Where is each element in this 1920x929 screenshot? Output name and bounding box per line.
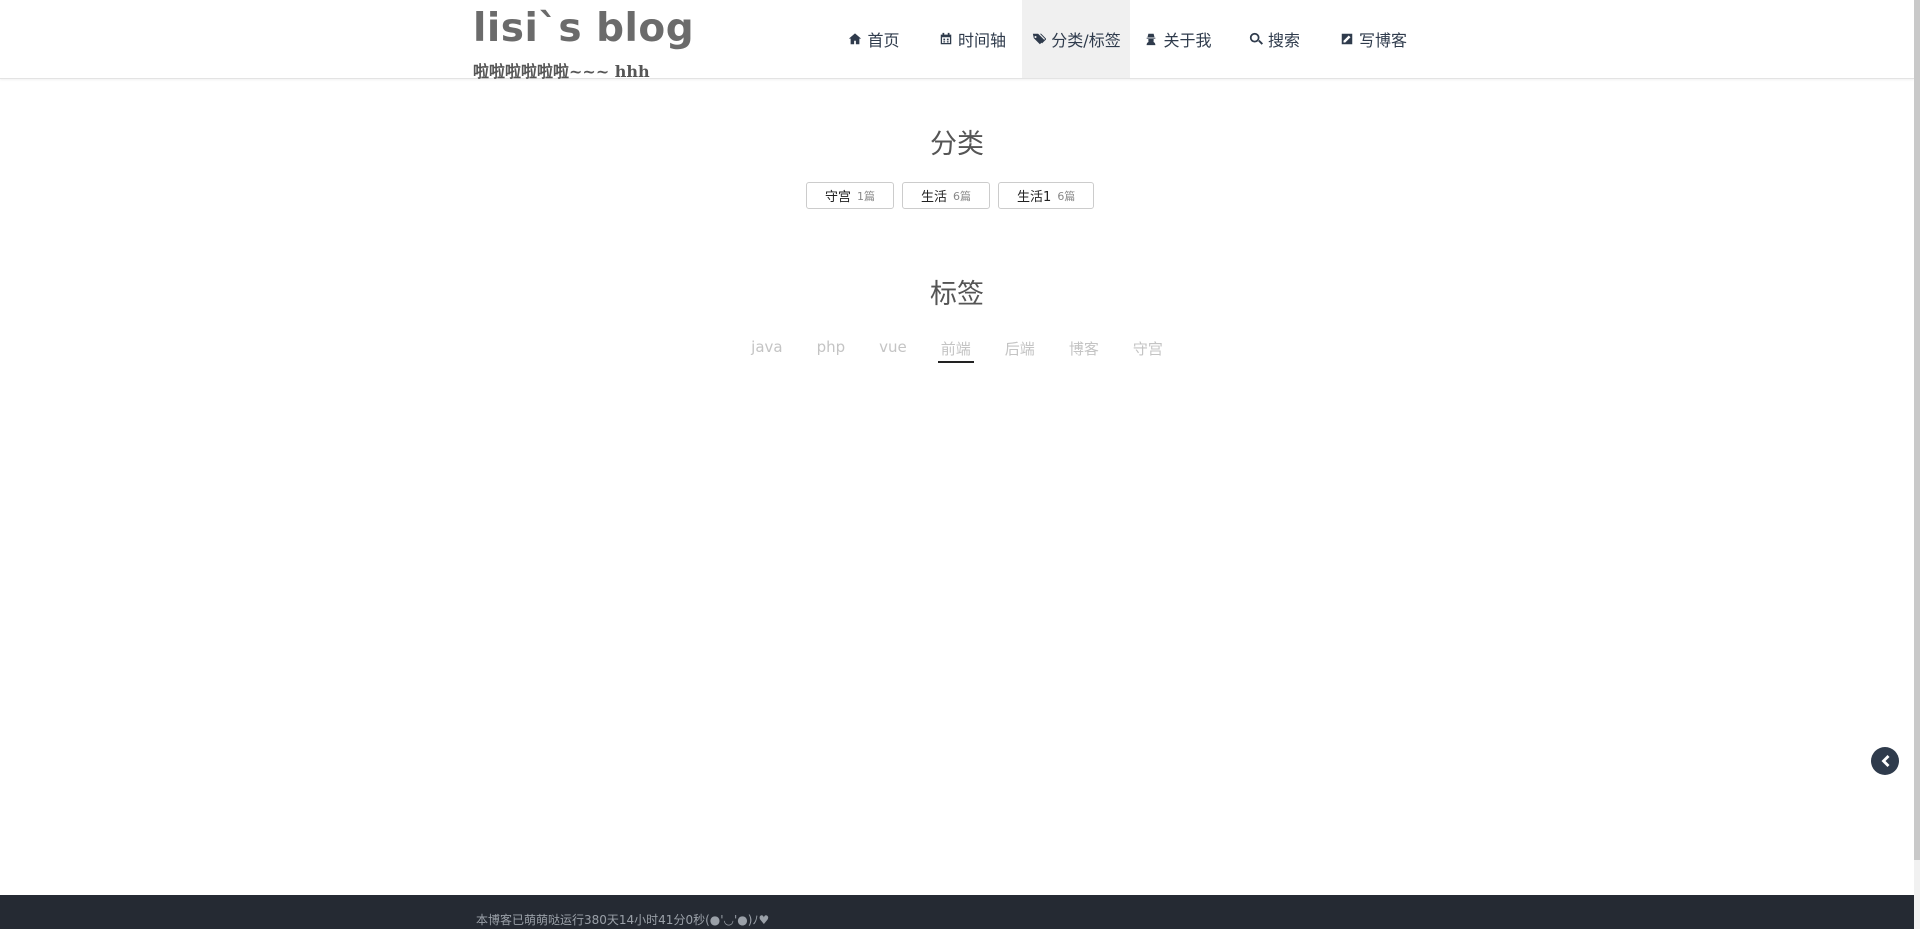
calendar-icon bbox=[938, 31, 954, 47]
tags-icon bbox=[1031, 31, 1047, 47]
site-footer: 本博客已萌萌哒运行380天14小时41分0秒(●'◡'●)ﾉ♥ bbox=[0, 895, 1914, 929]
category-name: 生活 bbox=[921, 190, 948, 205]
category-item[interactable]: 守宫 1篇 bbox=[806, 182, 895, 209]
nav-item-write-blog[interactable]: 写博客 bbox=[1323, 0, 1423, 78]
nav-item-label: 搜索 bbox=[1267, 31, 1300, 50]
tag-item-frontend[interactable]: 前端 bbox=[924, 334, 988, 363]
brand: lisi`s blog 啦啦啦啦啦啦~~~ hhh bbox=[473, 4, 694, 82]
category-item[interactable]: 生活 6篇 bbox=[902, 182, 991, 209]
page-scrollbar[interactable] bbox=[1914, 0, 1920, 929]
tag-item-java[interactable]: java bbox=[734, 334, 799, 363]
search-icon bbox=[1248, 31, 1264, 47]
scrollbar-thumb[interactable] bbox=[1914, 0, 1920, 860]
uptime-text: 本博客已萌萌哒运行380天14小时41分0秒(●'◡'●)ﾉ♥ bbox=[476, 913, 770, 927]
category-name: 生活1 bbox=[1017, 190, 1052, 205]
user-secret-icon bbox=[1143, 31, 1159, 47]
sidebar-toggle-button[interactable] bbox=[1871, 747, 1899, 775]
tag-list: java php vue 前端 后端 博客 守宫 bbox=[0, 334, 1914, 363]
tag-item-blog[interactable]: 博客 bbox=[1052, 334, 1116, 363]
home-icon bbox=[847, 31, 863, 47]
category-item[interactable]: 生活1 6篇 bbox=[998, 182, 1095, 209]
category-count: 6篇 bbox=[953, 189, 972, 203]
edit-icon bbox=[1339, 31, 1355, 47]
nav-item-timeline[interactable]: 时间轴 bbox=[922, 0, 1022, 78]
nav-item-label: 时间轴 bbox=[957, 31, 1006, 50]
tag-item-gecko[interactable]: 守宫 bbox=[1116, 334, 1180, 363]
tag-item-backend[interactable]: 后端 bbox=[988, 334, 1052, 363]
site-title[interactable]: lisi`s blog bbox=[473, 4, 694, 54]
site-subtitle: 啦啦啦啦啦啦~~~ hhh bbox=[473, 62, 650, 81]
tags-title: 标签 bbox=[930, 279, 984, 310]
main-nav: 首页 时间轴 分类/标签 关于我 搜索 写博客 bbox=[825, 0, 1423, 78]
nav-item-label: 首页 bbox=[867, 31, 900, 50]
tag-item-php[interactable]: php bbox=[800, 334, 863, 363]
tag-item-vue[interactable]: vue bbox=[862, 334, 924, 363]
nav-item-label: 分类/标签 bbox=[1051, 31, 1121, 50]
category-count: 6篇 bbox=[1057, 189, 1076, 203]
nav-item-label: 关于我 bbox=[1163, 31, 1212, 50]
site-header: lisi`s blog 啦啦啦啦啦啦~~~ hhh 首页 时间轴 分类/标签 关… bbox=[0, 0, 1914, 82]
nav-item-about[interactable]: 关于我 bbox=[1130, 0, 1225, 78]
nav-item-search[interactable]: 搜索 bbox=[1225, 0, 1323, 78]
category-list: 守宫 1篇 生活 6篇 生活1 6篇 bbox=[806, 182, 1095, 209]
category-count: 1篇 bbox=[857, 189, 876, 203]
category-name: 守宫 bbox=[825, 190, 852, 205]
nav-item-home[interactable]: 首页 bbox=[825, 0, 922, 78]
nav-item-label: 写博客 bbox=[1358, 31, 1407, 50]
categories-title: 分类 bbox=[930, 129, 984, 160]
chevron-left-icon bbox=[1881, 755, 1890, 767]
nav-item-categories-tags[interactable]: 分类/标签 bbox=[1022, 0, 1130, 78]
